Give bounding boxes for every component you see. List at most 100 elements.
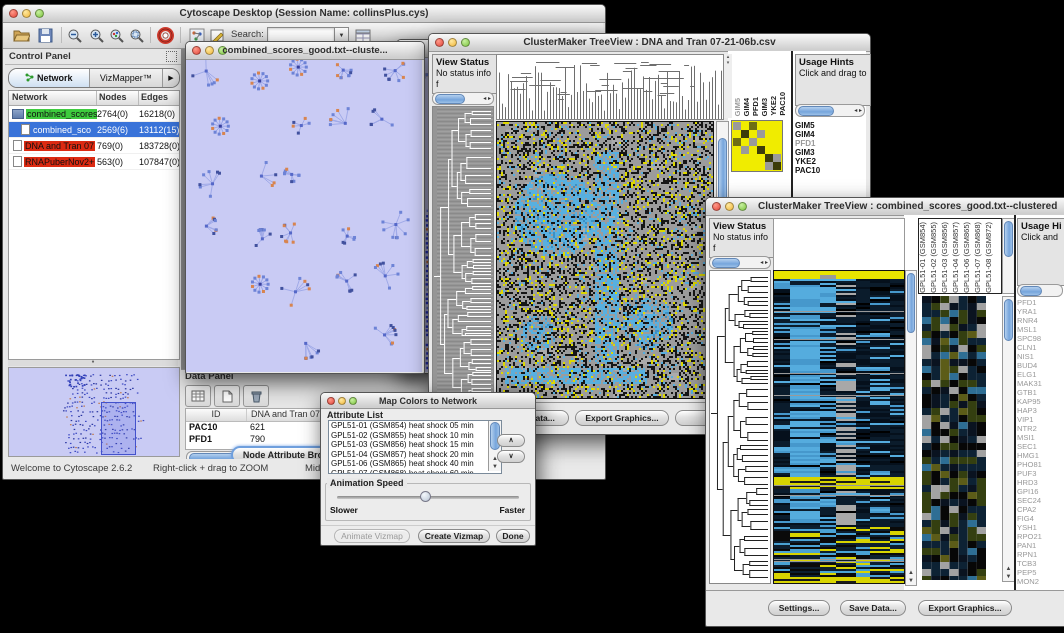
gene-label[interactable]: PHO81 <box>1017 460 1063 469</box>
tv1-strip-arrows[interactable]: ▴▾ <box>724 54 732 118</box>
open-session-icon[interactable] <box>11 26 31 45</box>
gene-label[interactable]: FIG4 <box>1017 514 1063 523</box>
tab-overflow-button[interactable]: ▶ <box>162 69 179 87</box>
gene-label[interactable]: PUF3 <box>1017 469 1063 478</box>
tab-network[interactable]: Network <box>9 69 90 87</box>
gene-label[interactable]: MON2 <box>1017 577 1063 586</box>
network1-titlebar[interactable]: combined_scores_good.txt--cluste... <box>186 42 424 60</box>
save-session-icon[interactable] <box>35 26 55 45</box>
gene-label[interactable]: GPI16 <box>1017 487 1063 496</box>
gene-label[interactable]: BUD4 <box>1017 361 1063 370</box>
scrollbar-thumb[interactable] <box>907 273 915 333</box>
close-icon[interactable] <box>192 46 201 55</box>
gene-label[interactable]: ELG1 <box>1017 370 1063 379</box>
export-graphics-button[interactable]: Export Graphics... <box>918 600 1012 616</box>
gene-label[interactable]: NTR2 <box>1017 424 1063 433</box>
scroll-arrows[interactable]: ◂ ▸ <box>854 107 864 114</box>
data-col-id[interactable]: ID <box>186 409 247 421</box>
gene-label[interactable]: SEC1 <box>1017 442 1063 451</box>
gene-label[interactable]: MSL1 <box>1017 325 1063 334</box>
new-attribute-icon[interactable] <box>214 385 240 407</box>
network1-canvas[interactable] <box>186 60 422 372</box>
tv2-row-dendrogram[interactable] <box>709 270 771 584</box>
gene-label[interactable]: HAP3 <box>1017 406 1063 415</box>
minimize-icon[interactable] <box>338 397 346 405</box>
export-graphics-button[interactable]: Export Graphics... <box>575 410 669 426</box>
col-edges[interactable]: Edges <box>139 91 179 105</box>
scroll-down-arrow[interactable]: ▼ <box>1003 574 1014 581</box>
move-up-button[interactable]: ∧ <box>497 434 525 447</box>
delete-attribute-icon[interactable] <box>243 385 269 407</box>
done-button[interactable]: Done <box>496 529 530 543</box>
gene-label[interactable]: NIS1 <box>1017 352 1063 361</box>
scroll-up-arrow[interactable]: ▲ <box>1003 566 1014 573</box>
col-network[interactable]: Network <box>9 91 97 105</box>
gene-label[interactable]: MAK31 <box>1017 379 1063 388</box>
scroll-down-arrow[interactable]: ▼ <box>906 578 916 585</box>
row-label[interactable]: GIM3 <box>795 148 845 157</box>
tv2-zoom-heatmap[interactable] <box>922 296 986 580</box>
scrollbar-thumb[interactable] <box>1004 221 1013 257</box>
gene-label[interactable]: RPN1 <box>1017 550 1063 559</box>
network-table-row[interactable]: combined_sco 2569(6) 13112(15) <box>9 122 179 138</box>
gene-label[interactable]: MSI1 <box>1017 433 1063 442</box>
scrollbar-thumb[interactable] <box>1004 299 1013 341</box>
tv2-heatmap[interactable] <box>773 270 905 584</box>
zoom-out-icon[interactable] <box>65 26 85 45</box>
scrollbar-thumb[interactable] <box>435 94 465 104</box>
scroll-down-arrow[interactable]: ▼ <box>489 464 501 471</box>
close-icon[interactable] <box>9 9 18 18</box>
scrollbar-thumb[interactable] <box>798 106 834 116</box>
main-titlebar[interactable]: Cytoscape Desktop (Session Name: collins… <box>3 5 605 23</box>
minimize-icon[interactable] <box>205 46 214 55</box>
tv1-global-thumbnail[interactable] <box>731 120 783 172</box>
column-label[interactable]: GPL51-08 (GSM872) <box>985 222 996 293</box>
float-panel-icon[interactable] <box>166 51 177 62</box>
column-label[interactable]: PAC10 <box>779 92 788 116</box>
scroll-up-arrow[interactable]: ▲ <box>906 570 916 577</box>
tv2-dendro-hscrollbar[interactable]: ◂ ▸ <box>709 256 771 269</box>
attribute-list-item[interactable]: GPL51-07 (GSM868) heat shock 60 min <box>331 469 501 475</box>
move-down-button[interactable]: ∨ <box>497 450 525 463</box>
gene-label[interactable]: CLN1 <box>1017 343 1063 352</box>
birdseye-view[interactable] <box>8 367 180 457</box>
gene-label[interactable]: SPC98 <box>1017 334 1063 343</box>
create-vizmap-button[interactable]: Create Vizmap <box>418 529 490 543</box>
zoom-window-icon[interactable] <box>35 9 44 18</box>
scrollbar-thumb[interactable] <box>1020 286 1042 296</box>
tab-vizmapper[interactable]: VizMapper™ <box>90 69 162 87</box>
gene-label[interactable]: KAP95 <box>1017 397 1063 406</box>
scroll-arrows[interactable]: ◂ ▸ <box>760 259 770 266</box>
treeview2-titlebar[interactable]: ClusterMaker TreeView : combined_scores_… <box>706 198 1064 216</box>
gene-label[interactable]: CPA2 <box>1017 505 1063 514</box>
animate-vizmap-button[interactable]: Animate Vizmap <box>334 529 410 543</box>
scroll-arrows[interactable]: ◂ ▸ <box>483 95 493 102</box>
attribute-list-item[interactable]: GPL51-02 (GSM855) heat shock 10 min <box>331 431 501 441</box>
gene-label[interactable]: PFD1 <box>1017 298 1063 307</box>
gene-label[interactable]: TCB3 <box>1017 559 1063 568</box>
tv1-dendro-hscrollbar[interactable]: ◂ ▸ <box>432 92 494 105</box>
zoom-window-icon[interactable] <box>349 397 357 405</box>
attribute-list-item[interactable]: GPL51-03 (GSM856) heat shock 15 min <box>331 440 501 450</box>
select-attributes-icon[interactable] <box>185 385 211 407</box>
gene-label[interactable]: RNR4 <box>1017 316 1063 325</box>
scrollbar-thumb[interactable] <box>712 258 740 268</box>
zoom-fit-icon[interactable] <box>127 26 147 45</box>
zoom-window-icon[interactable] <box>738 202 747 211</box>
close-icon[interactable] <box>435 38 444 47</box>
panel-splitter[interactable]: ● <box>8 360 178 366</box>
gene-label[interactable]: SEC24 <box>1017 496 1063 505</box>
attribute-list-item[interactable]: GPL51-01 (GSM854) heat shock 05 min <box>331 421 501 431</box>
row-label[interactable]: PFD1 <box>795 139 845 148</box>
dialog-titlebar[interactable]: Map Colors to Network <box>321 393 535 409</box>
tv2-pane-divider[interactable] <box>1014 215 1016 590</box>
tv1-row-dendrogram[interactable] <box>432 106 494 400</box>
close-icon[interactable] <box>327 397 335 405</box>
minimize-icon[interactable] <box>725 202 734 211</box>
network-table-row[interactable]: DNA and Tran 07 769(0) 183728(0) <box>9 138 179 154</box>
help-lifering-icon[interactable] <box>155 26 175 45</box>
speed-slider-thumb[interactable] <box>420 491 431 502</box>
save-data-button[interactable]: Save Data... <box>840 600 906 616</box>
tv1-heatmap[interactable] <box>496 121 714 399</box>
gene-label[interactable]: VIP1 <box>1017 415 1063 424</box>
